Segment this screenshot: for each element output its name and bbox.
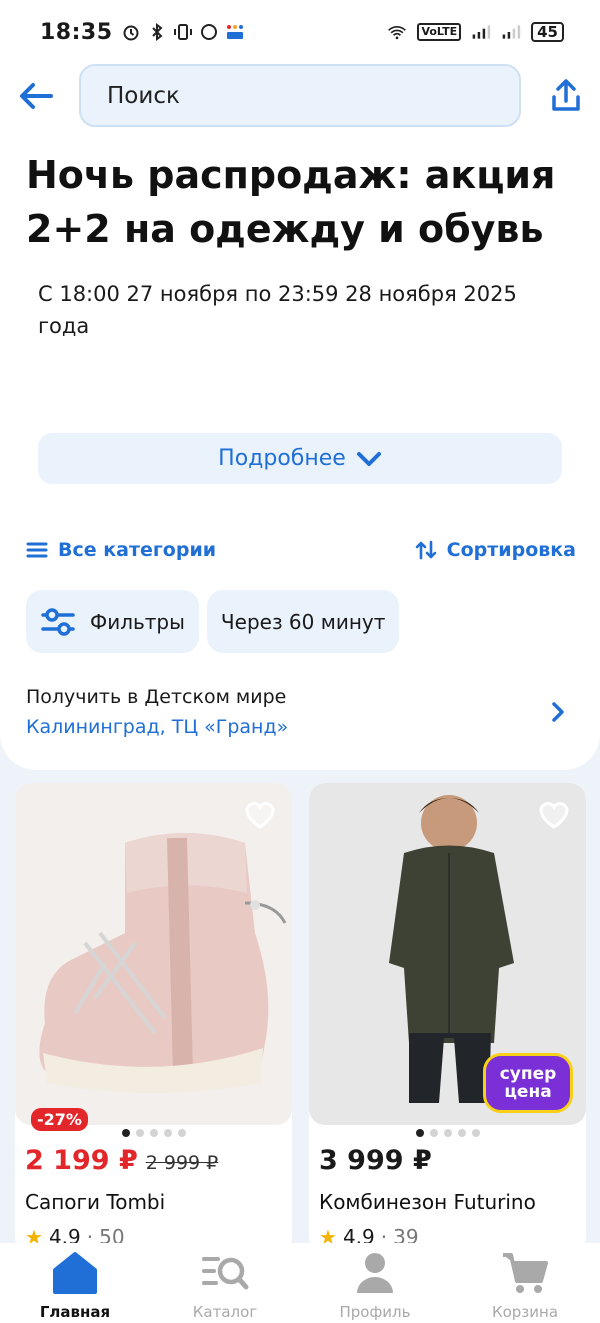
- catalog-search-icon: [201, 1249, 249, 1297]
- delivery-time-chip[interactable]: Через 60 минут: [206, 590, 400, 653]
- nav-cart[interactable]: Корзина: [450, 1243, 600, 1323]
- pickup-store: Калининград, ТЦ «Гранд»: [26, 716, 289, 738]
- notification-icons: [121, 22, 245, 42]
- arrow-left-icon: [20, 83, 53, 109]
- badge-line-1: супер: [499, 1064, 557, 1084]
- more-label: Подробнее: [218, 446, 346, 471]
- search-input[interactable]: Поиск: [79, 64, 521, 127]
- favorite-button[interactable]: [534, 795, 574, 835]
- bluetooth-icon: [147, 22, 167, 42]
- price: 2 199 ₽ 2 999 ₽: [25, 1145, 218, 1176]
- heart-icon: [245, 802, 275, 829]
- product-card[interactable]: -27% 2 199 ₽ 2 999 ₽ Сапоги Tombi ★ 4.9 …: [15, 783, 292, 1253]
- profile-icon: [351, 1249, 399, 1297]
- product-image-boots[interactable]: [15, 783, 292, 1125]
- filters-button[interactable]: Фильтры: [26, 590, 199, 653]
- vibrate-icon: [173, 22, 193, 42]
- home-icon: [51, 1249, 99, 1297]
- nav-profile[interactable]: Профиль: [300, 1243, 450, 1323]
- wifi-icon: [387, 22, 407, 42]
- all-categories-label: Все категории: [58, 539, 217, 561]
- product-image-jumpsuit[interactable]: супер цена: [309, 783, 586, 1125]
- volte-indicator: VoLTE: [417, 23, 462, 41]
- list-controls: Все категории Сортировка: [26, 534, 576, 566]
- filters-label: Фильтры: [90, 609, 185, 634]
- signal-icon-2: [501, 22, 521, 42]
- nav-cart-label: Корзина: [491, 1303, 559, 1321]
- promo-dates: С 18:00 27 ноября по 23:59 28 ноября 202…: [38, 282, 517, 338]
- alarm-icon: [121, 22, 141, 42]
- nav-catalog-label: Каталог: [192, 1303, 258, 1321]
- status-time: 18:35: [40, 19, 113, 45]
- share-icon: [552, 79, 580, 111]
- signal-icon: [471, 22, 491, 42]
- menu-icon: [26, 542, 48, 558]
- product-name: Сапоги Tombi: [25, 1190, 166, 1214]
- all-categories-button[interactable]: Все категории: [26, 539, 216, 561]
- pickup-title: Получить в Детском мире: [26, 686, 287, 708]
- sort-button[interactable]: Сортировка: [415, 539, 576, 561]
- bottom-nav: Главная Каталог Профиль Корзина: [0, 1243, 600, 1323]
- sort-label: Сортировка: [446, 539, 576, 561]
- price: 3 999 ₽: [319, 1145, 432, 1176]
- delivery-time-label: Через 60 минут: [220, 609, 386, 634]
- nav-profile-label: Профиль: [339, 1303, 411, 1321]
- chevron-down-icon: [356, 451, 381, 466]
- sort-icon: [415, 540, 436, 560]
- cart-icon: [501, 1249, 549, 1297]
- back-button[interactable]: [16, 76, 56, 116]
- super-price-badge: супер цена: [483, 1053, 573, 1113]
- search-placeholder: Поиск: [107, 82, 180, 109]
- share-button[interactable]: [544, 76, 588, 116]
- pickup-location[interactable]: Получить в Детском мире Калининград, ТЦ …: [26, 682, 576, 746]
- old-price: 2 999 ₽: [145, 1152, 219, 1174]
- nav-home-label: Главная: [39, 1303, 111, 1321]
- page-title: Ночь распродаж: акция 2+2 на одежду и об…: [26, 153, 556, 251]
- current-price: 2 199 ₽: [25, 1145, 138, 1176]
- badge-line-2: цена: [504, 1082, 552, 1102]
- product-name: Комбинезон Futurino: [319, 1190, 536, 1214]
- header: Поиск: [0, 64, 600, 128]
- favorite-button[interactable]: [240, 795, 280, 835]
- battery-indicator: 45: [531, 22, 564, 42]
- product-card[interactable]: супер цена 3 999 ₽ Комбинезон Futurino ★…: [309, 783, 586, 1253]
- filter-chips: Фильтры Через 60 минут: [26, 590, 400, 653]
- promo-panel: Поиск Ночь распродаж: акция 2+2 на одежд…: [0, 64, 600, 770]
- image-pagination: [309, 1129, 586, 1137]
- whatsapp-icon: [199, 22, 219, 42]
- detmir-app-icon: [225, 22, 245, 42]
- chevron-right-icon: [552, 702, 564, 722]
- image-pagination: [15, 1129, 292, 1137]
- system-icons: VoLTE 45: [387, 22, 564, 42]
- discount-badge: -27%: [31, 1108, 88, 1131]
- sliders-icon: [41, 607, 75, 636]
- more-button[interactable]: Подробнее: [38, 433, 562, 484]
- nav-home[interactable]: Главная: [0, 1243, 150, 1323]
- current-price: 3 999 ₽: [319, 1145, 432, 1176]
- status-bar: 18:35 VoLTE 45: [0, 0, 600, 64]
- heart-icon: [539, 802, 569, 829]
- nav-catalog[interactable]: Каталог: [150, 1243, 300, 1323]
